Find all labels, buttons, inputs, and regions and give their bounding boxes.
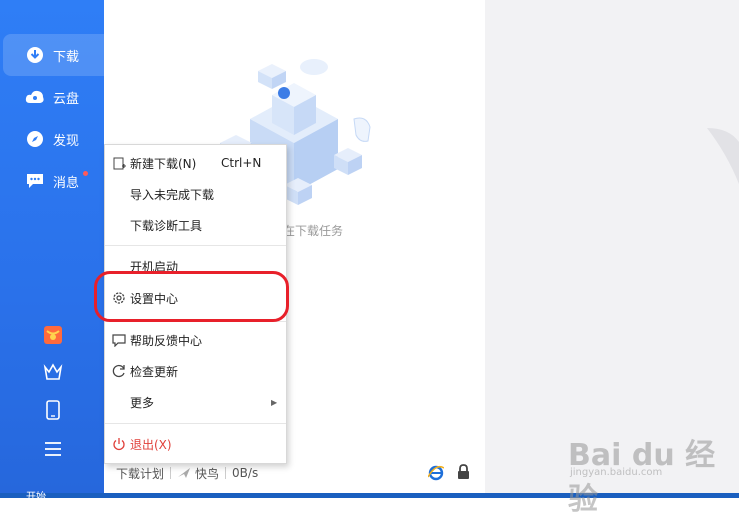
menu-item-import-unfinished[interactable]: 导入未完成下载: [105, 180, 286, 208]
menu-item-diagnostic-tool[interactable]: 下载诊断工具: [105, 211, 286, 239]
red-envelope-icon[interactable]: [42, 324, 64, 346]
power-icon: [112, 437, 126, 451]
sidebar-item-message[interactable]: 消息: [3, 160, 104, 202]
refresh-icon: [112, 364, 126, 378]
bird-icon: [177, 467, 191, 479]
lock-icon[interactable]: [457, 464, 470, 483]
menu-item-check-update[interactable]: 检查更新: [105, 357, 286, 385]
sidebar-item-label: 下载: [53, 49, 80, 65]
phone-icon[interactable]: [42, 399, 64, 421]
menu-icon[interactable]: [42, 438, 64, 460]
cloud-icon: [25, 87, 45, 107]
menu-divider: [105, 321, 286, 322]
kuainiao-button[interactable]: 快鸟: [195, 465, 219, 482]
menu-shortcut: Ctrl+N: [221, 156, 262, 170]
menu-divider: [105, 245, 286, 246]
speed-readout: 0B/s: [232, 466, 259, 480]
divider: [170, 467, 172, 479]
sidebar-item-cloud[interactable]: 云盘: [3, 76, 104, 118]
empty-state-text: 在下载任务: [283, 224, 344, 238]
sidebar-item-label: 发现: [53, 133, 80, 149]
main-menu: 新建下载(N) Ctrl+N 导入未完成下载 下载诊断工具 开机启动 设置中心 …: [104, 144, 287, 464]
feedback-icon: [112, 333, 126, 347]
menu-item-help-feedback[interactable]: 帮助反馈中心: [105, 326, 286, 354]
start-button[interactable]: 开始: [26, 488, 46, 503]
menu-divider: [105, 423, 286, 424]
unread-dot: [83, 171, 88, 176]
menu-item-new-download[interactable]: 新建下载(N) Ctrl+N: [105, 149, 286, 177]
menu-item-more[interactable]: 更多 ▶: [105, 388, 286, 416]
download-plan-button[interactable]: 下载计划: [116, 465, 164, 482]
gear-icon: [112, 291, 126, 305]
details-panel: [485, 0, 739, 493]
sidebar-item-discover[interactable]: 发现: [3, 118, 104, 160]
bird-logo-fragment-icon: [707, 128, 739, 184]
menu-item-settings[interactable]: 设置中心: [105, 284, 286, 312]
watermark-url: jingyan.baidu.com: [570, 467, 663, 478]
sidebar-item-label: 消息: [53, 175, 80, 191]
divider: [225, 467, 227, 479]
sidebar-item-download[interactable]: 下载: [3, 34, 104, 76]
menu-item-startup[interactable]: 开机启动: [105, 252, 286, 280]
message-icon: [25, 171, 45, 191]
compass-icon: [25, 129, 45, 149]
sidebar: 下载 云盘 发现 消息: [0, 0, 104, 493]
menu-item-exit[interactable]: 退出(X): [105, 430, 286, 458]
ie-icon[interactable]: [427, 465, 445, 484]
new-download-icon: [112, 156, 126, 170]
download-icon: [25, 45, 45, 65]
chevron-right-icon: ▶: [271, 397, 278, 407]
crown-icon[interactable]: [42, 361, 64, 383]
sidebar-item-label: 云盘: [53, 91, 80, 107]
